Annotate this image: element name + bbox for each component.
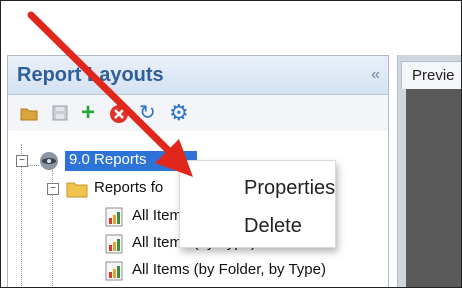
collapse-icon[interactable]: « (371, 66, 380, 84)
tree-node-root[interactable]: 9.0 Reports (65, 151, 197, 171)
menu-item-delete[interactable]: Delete (244, 215, 302, 238)
collapse-node-icon[interactable]: − (16, 155, 28, 167)
panel-header: Report Layouts « (8, 56, 388, 95)
preview-area (406, 89, 461, 287)
folder-icon[interactable] (20, 104, 38, 122)
tab-label: Previe (412, 67, 455, 84)
add-icon[interactable]: + (81, 101, 99, 125)
report-icon (104, 261, 126, 286)
delete-icon[interactable] (109, 104, 128, 123)
tree-node-folder[interactable]: Reports fo (94, 179, 163, 199)
tree-node-report[interactable]: All Item (132, 207, 182, 227)
tree-node-label: Reports fo (94, 179, 164, 196)
tree-node-report[interactable]: All Items (by Folder, by Type) (132, 261, 326, 281)
tree-node-label: All Items (by Folder, by Type) (132, 261, 326, 278)
collapse-node-icon[interactable]: − (47, 183, 59, 195)
tab-preview[interactable]: Previe (401, 61, 461, 89)
refresh-icon[interactable]: ↻ (139, 103, 157, 123)
preview-panel: Previe (397, 55, 461, 287)
report-icon (104, 207, 126, 232)
toolbar: + ↻ ⚙ (8, 95, 388, 131)
menu-item-properties[interactable]: Properties (244, 177, 335, 200)
app-window: Report Layouts « + ↻ ⚙ − 9.0 Reports − R… (0, 0, 462, 288)
context-menu: Properties Delete (179, 160, 336, 248)
report-group-icon (38, 151, 60, 176)
panel-title: Report Layouts (17, 64, 164, 86)
tree-node-label: All Item (132, 207, 183, 224)
report-icon (104, 234, 126, 259)
tree-node-label: 9.0 Reports (69, 151, 147, 168)
save-icon[interactable] (51, 104, 69, 122)
gear-icon[interactable]: ⚙ (169, 102, 189, 124)
folder-icon (66, 180, 88, 203)
